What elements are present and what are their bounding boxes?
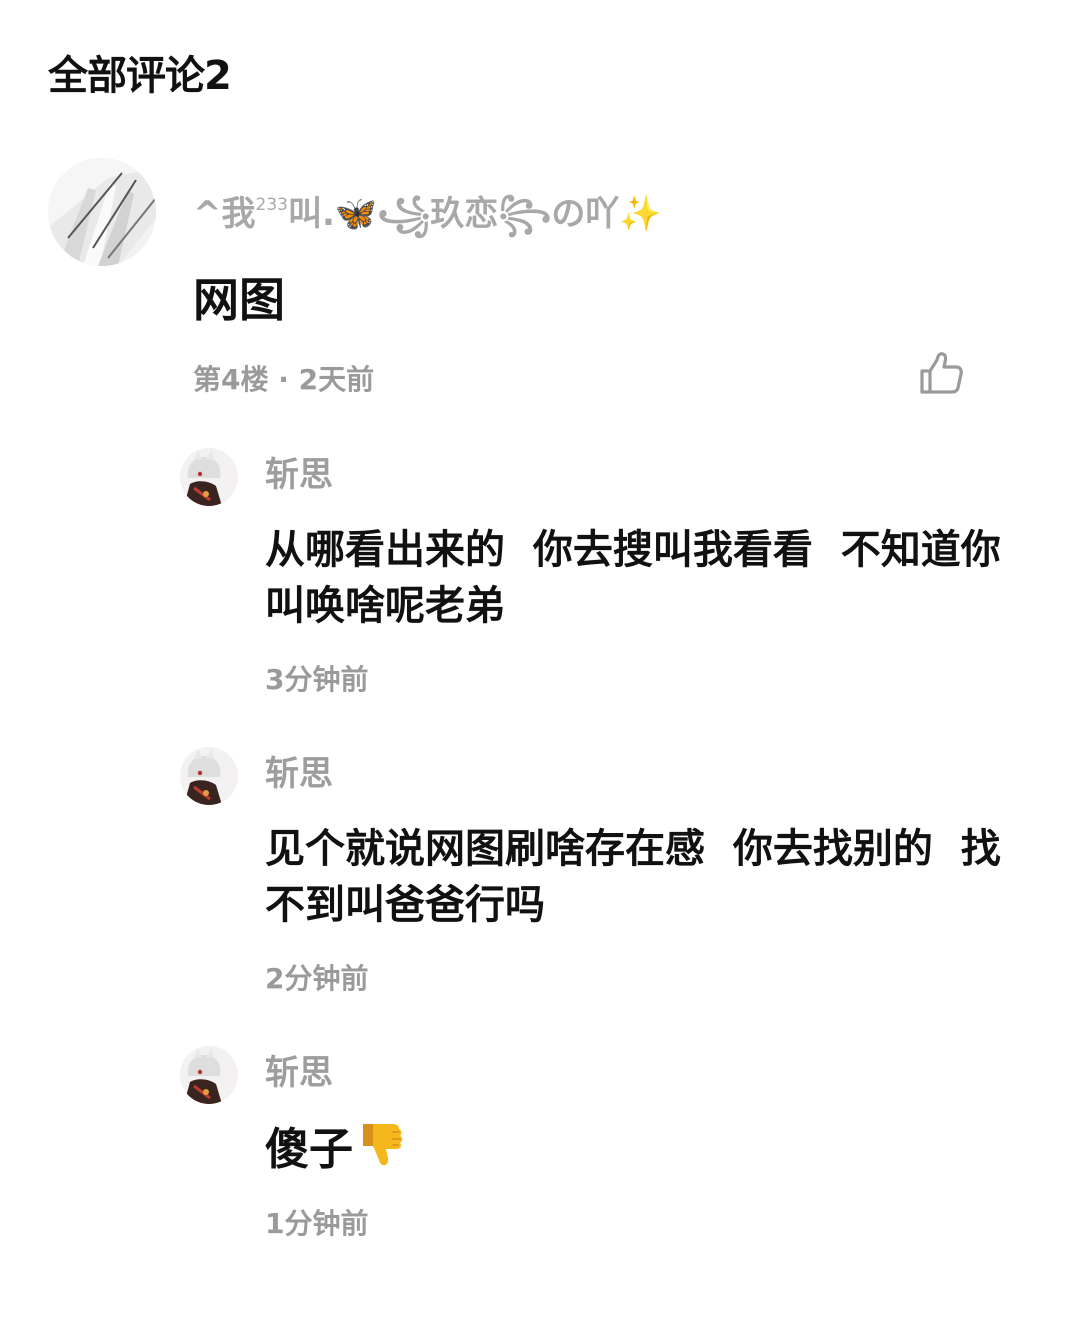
commenter-username[interactable]: ^我233叫.🦋꧁玖恋꧂の吖✨ [193, 182, 662, 237]
replier-name[interactable]: 斩思 [265, 751, 333, 797]
thumbs-down-icon [355, 1118, 407, 1184]
replier-name[interactable]: 斩思 [265, 1050, 333, 1096]
replier-name[interactable]: 斩思 [265, 452, 333, 498]
reply-body: 傻子 [265, 1118, 1035, 1184]
reply-time: 1分钟前 [265, 1207, 369, 1240]
reply-time: 3分钟前 [265, 663, 369, 696]
comment-meta: 第4楼 · 2天前 [193, 363, 375, 396]
username-superscript: 233 [255, 195, 288, 215]
reply-body: 见个就说网图刷啥存在感 你去找别的 找不到叫爸爸行吗 [265, 826, 1001, 928]
comment-body: 网图 [193, 273, 285, 327]
comments-section-title: 全部评论2 [48, 53, 232, 99]
reply-item: 斩思 傻子 1分钟前 [180, 1046, 1040, 1246]
reply-item: 斩思 见个就说网图刷啥存在感 你去找别的 找不到叫爸爸行吗 2分钟前 [180, 747, 1040, 997]
username-prefix: ^我 [193, 194, 256, 234]
replier-avatar[interactable] [180, 1046, 238, 1104]
reply-body-text: 傻子 [265, 1124, 353, 1175]
thumbs-up-icon [920, 352, 963, 394]
replier-avatar[interactable] [180, 448, 238, 506]
reply-body: 从哪看出来的 你去搜叫我看看 不知道你叫唤啥呢老弟 [265, 527, 1001, 629]
reply-time: 2分钟前 [265, 962, 369, 995]
commenter-avatar[interactable] [48, 158, 156, 266]
like-button[interactable] [914, 346, 970, 402]
reply-item: 斩思 从哪看出来的 你去搜叫我看看 不知道你叫唤啥呢老弟 3分钟前 [180, 448, 1040, 698]
replier-avatar[interactable] [180, 747, 238, 805]
username-suffix: 叫.🦋꧁玖恋꧂の吖✨ [287, 194, 662, 234]
